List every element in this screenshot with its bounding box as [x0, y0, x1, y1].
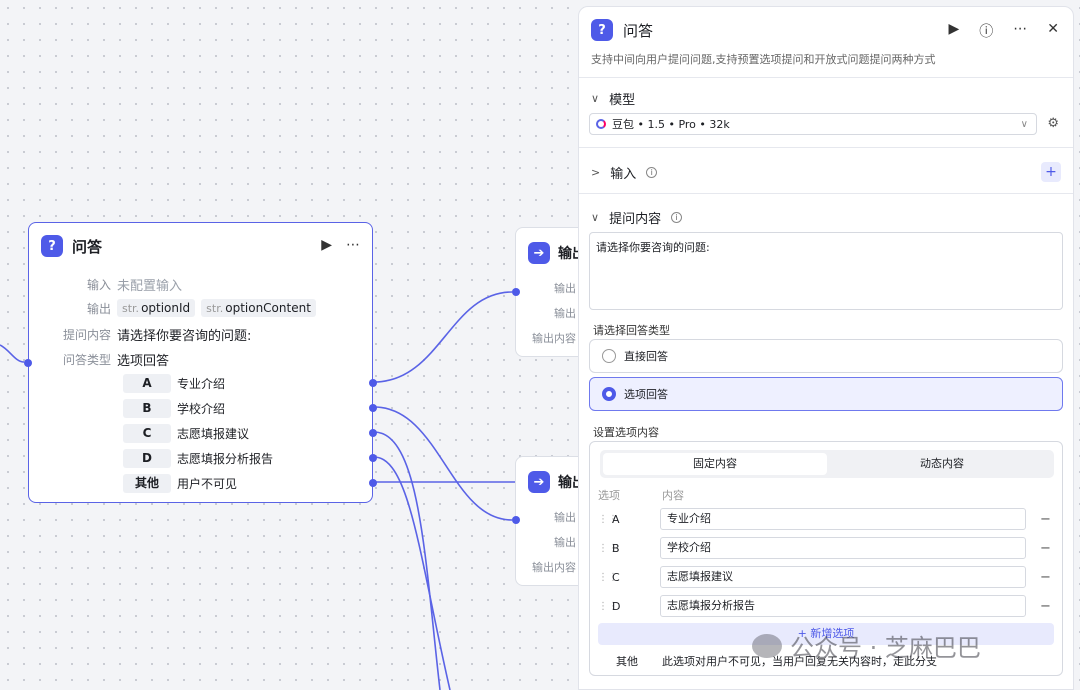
output-node-row: 输出内容: [532, 332, 576, 345]
more-icon[interactable]: ⋯: [1013, 21, 1027, 41]
output-port-other[interactable]: [369, 479, 377, 487]
remove-option-button[interactable]: −: [1040, 512, 1051, 527]
add-input-button[interactable]: +: [1041, 162, 1061, 182]
radio-direct-answer[interactable]: 直接回答: [589, 339, 1063, 373]
play-icon[interactable]: ▶: [948, 21, 959, 41]
edge-d: [373, 456, 451, 690]
answer-type-label: 请选择回答类型: [593, 324, 670, 337]
output-port-a[interactable]: [369, 379, 377, 387]
remove-option-button[interactable]: −: [1040, 541, 1051, 556]
column-content: 内容: [662, 489, 684, 502]
output-port-c[interactable]: [369, 429, 377, 437]
output-node-row: 输出: [554, 307, 576, 320]
model-select[interactable]: 豆包 • 1.5 • Pro • 32k ∨: [589, 113, 1037, 135]
more-icon[interactable]: ⋯: [346, 237, 360, 253]
radio-icon: [602, 349, 616, 363]
panel-description: 支持中间向用户提问问题,支持预置选项提问和开放式问题提问两种方式: [591, 53, 936, 66]
edge-b: [373, 406, 513, 521]
qa-node[interactable]: ? 问答 ▶ ⋯ 输入 未配置输入 输出 str. optionId str. op…: [24, 222, 377, 503]
drag-handle-icon[interactable]: ⋮⋮: [598, 601, 618, 612]
options-label: 设置选项内容: [593, 426, 659, 439]
output-port-d[interactable]: [369, 454, 377, 462]
question-label: 提问内容: [62, 328, 111, 342]
chevron-down-icon: ∨: [591, 92, 600, 105]
play-icon[interactable]: ▶: [321, 237, 332, 253]
model-logo-icon: [596, 119, 606, 129]
chevron-down-icon: ∨: [591, 211, 600, 224]
output-node-row: 输出: [554, 536, 576, 549]
option-input[interactable]: 学校介绍: [660, 537, 1026, 559]
option-row: 其他 用户不可见: [123, 474, 237, 493]
drag-handle-icon[interactable]: ⋮⋮: [598, 514, 618, 525]
output-node-row: 输出: [554, 282, 576, 295]
output-icon: ➔: [528, 471, 550, 493]
option-row: B 学校介绍: [123, 399, 225, 418]
radio-option-answer[interactable]: 选项回答: [589, 377, 1063, 411]
output-node-input-port[interactable]: [512, 288, 520, 296]
chevron-right-icon: >: [591, 166, 601, 179]
drag-handle-icon[interactable]: ⋮⋮: [598, 543, 618, 554]
watermark: 公众号 · 芝麻巴巴: [752, 628, 981, 663]
gear-icon[interactable]: ⚙: [1047, 116, 1059, 131]
remove-option-button[interactable]: −: [1040, 570, 1051, 585]
input-section-header[interactable]: > 输入 i: [591, 163, 658, 182]
option-row: ⋮⋮ A 专业介绍 −: [598, 508, 1054, 530]
output-icon: ➔: [528, 242, 550, 264]
input-value: 未配置输入: [117, 279, 183, 294]
option-input[interactable]: 志愿填报建议: [660, 566, 1026, 588]
output-tag: str. optionContent: [201, 299, 316, 317]
settings-panel: ? 问答 ▶ ⓘ ⋯ ✕ 支持中间向用户提问问题,支持预置选项提问和开放式问题提…: [578, 6, 1074, 690]
output-port-b[interactable]: [369, 404, 377, 412]
option-row: D 志愿填报分析报告: [123, 449, 273, 468]
model-value: 豆包 • 1.5 • Pro • 32k: [612, 118, 730, 131]
question-textarea[interactable]: 请选择你要咨询的问题:: [589, 232, 1063, 310]
edge-incoming: [0, 344, 25, 363]
output-node-row: 输出内容: [532, 561, 576, 574]
node-title: 问答: [72, 237, 103, 256]
option-row: ⋮⋮ C 志愿填报建议 −: [598, 566, 1054, 588]
question-value: 请选择你要咨询的问题:: [117, 329, 252, 344]
question-icon: ?: [41, 235, 63, 257]
type-label: 问答类型: [62, 353, 111, 367]
output-node-row: 输出: [554, 511, 576, 524]
wechat-icon: [752, 633, 782, 658]
output-tag: str. optionId: [117, 299, 196, 317]
type-value: 选项回答: [117, 354, 170, 369]
option-row: C 志愿填报建议: [123, 424, 249, 443]
tab-dynamic-content[interactable]: 动态内容: [830, 450, 1054, 478]
output-label: 输出: [86, 301, 111, 316]
close-icon[interactable]: ✕: [1047, 21, 1059, 41]
option-input[interactable]: 志愿填报分析报告: [660, 595, 1026, 617]
question-section-header[interactable]: ∨ 提问内容 i: [591, 208, 683, 227]
help-icon[interactable]: ⓘ: [979, 21, 993, 41]
option-row: ⋮⋮ D 志愿填报分析报告 −: [598, 595, 1054, 617]
column-option: 选项: [598, 489, 620, 502]
output-node-input-port[interactable]: [512, 516, 520, 524]
model-section-header[interactable]: ∨ 模型: [591, 89, 635, 108]
input-label: 输入: [86, 278, 111, 292]
edge-a: [373, 291, 513, 383]
chevron-down-icon: ∨: [1020, 118, 1028, 130]
edge-c: [373, 431, 441, 690]
question-icon: ?: [591, 19, 613, 41]
tab-fixed-content[interactable]: 固定内容: [603, 453, 827, 475]
option-input[interactable]: 专业介绍: [660, 508, 1026, 530]
remove-option-button[interactable]: −: [1040, 599, 1051, 614]
panel-title: 问答: [623, 21, 654, 40]
info-icon: i: [646, 167, 658, 178]
option-row: A 专业介绍: [123, 374, 225, 393]
option-row: ⋮⋮ B 学校介绍 −: [598, 537, 1054, 559]
drag-handle-icon[interactable]: ⋮⋮: [598, 572, 618, 583]
input-port[interactable]: [24, 359, 32, 367]
radio-selected-icon: [602, 387, 616, 401]
info-icon: i: [671, 212, 683, 223]
